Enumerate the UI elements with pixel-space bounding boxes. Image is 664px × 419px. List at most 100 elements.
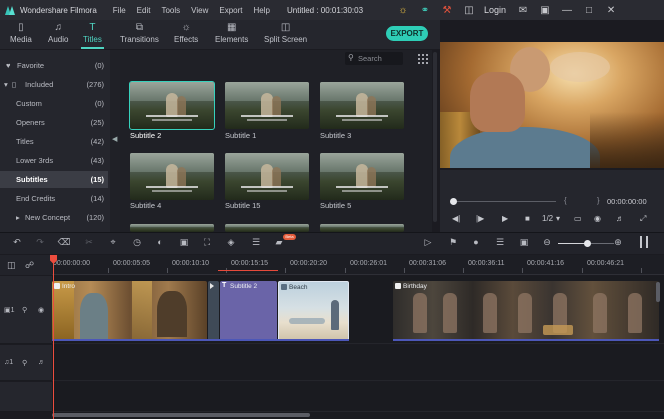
video-clip-beach[interactable]: Beach: [278, 281, 349, 341]
lock-icon[interactable]: ⚲: [22, 306, 27, 314]
tab-elements[interactable]: ▦ Elements: [215, 22, 248, 48]
monitor-icon[interactable]: ▭: [574, 214, 582, 223]
close-icon[interactable]: ✕: [604, 3, 618, 17]
lock-icon[interactable]: ⚲: [22, 359, 27, 367]
category-count: (25): [90, 118, 104, 127]
category-included[interactable]: ▾ ▯ Included (276): [0, 76, 108, 93]
snapshot-track-icon[interactable]: ▣: [518, 236, 530, 248]
category-subtitles[interactable]: Subtitles (15): [0, 171, 108, 188]
menu-tools[interactable]: Tools: [161, 6, 180, 15]
category-lower-3rds[interactable]: Lower 3rds (43): [0, 152, 108, 169]
volume-icon[interactable]: ♬: [616, 214, 624, 223]
redo-icon[interactable]: ↷: [34, 236, 46, 248]
title-thumbnail[interactable]: [130, 224, 214, 232]
category-end-credits[interactable]: End Credits (14): [0, 190, 108, 207]
gift-icon[interactable]: ◫: [462, 3, 476, 17]
zoom-slider-knob[interactable]: [584, 240, 591, 247]
video-clip-intro[interactable]: Intro: [52, 281, 207, 341]
link-icon[interactable]: ☍: [25, 260, 34, 271]
title-thumbnail[interactable]: [225, 224, 309, 232]
category-openers[interactable]: Openers (25): [0, 114, 108, 131]
title-thumbnail[interactable]: [320, 224, 404, 232]
tab-split-screen[interactable]: ◫ Split Screen: [264, 22, 307, 48]
subtitle-clip[interactable]: T Subtitle 2: [220, 281, 277, 341]
headset-icon[interactable]: ⚭: [418, 3, 432, 17]
timeline-vertical-scrollbar[interactable]: [656, 282, 660, 302]
title-thumbnail[interactable]: [130, 153, 214, 200]
microphone-icon[interactable]: ●: [470, 236, 482, 248]
tab-titles[interactable]: T Titles: [81, 22, 104, 49]
category-custom[interactable]: Custom (0): [0, 95, 108, 112]
category-favorite[interactable]: ♥ Favorite (0): [0, 57, 108, 74]
tab-transitions[interactable]: ⧉ Transitions: [120, 22, 159, 48]
title-thumbnail[interactable]: [225, 82, 309, 129]
category-new-concept[interactable]: ▸ New Concept (120): [0, 209, 108, 226]
keyframe-icon[interactable]: ◈: [225, 236, 237, 248]
color-icon[interactable]: ◐: [154, 236, 166, 248]
render-icon[interactable]: ▷: [422, 236, 434, 248]
tab-media[interactable]: ▯ Media: [10, 22, 32, 48]
timeline-horizontal-scrollbar[interactable]: [52, 413, 310, 417]
tab-audio[interactable]: ♫ Audio: [48, 22, 68, 48]
category-titles[interactable]: Titles (42): [0, 133, 108, 150]
fullscreen-icon[interactable]: ⤢: [640, 214, 646, 224]
menu-export[interactable]: Export: [219, 6, 242, 15]
grid-view-icon[interactable]: [418, 54, 428, 64]
video-clip-birthday[interactable]: Birthday: [393, 281, 659, 341]
chevron-left-icon: ◀: [112, 136, 118, 143]
minimize-icon[interactable]: —: [560, 3, 574, 17]
preview-progress-knob[interactable]: [450, 198, 457, 205]
grid-scrollbar[interactable]: [433, 52, 437, 222]
zoom-in-icon[interactable]: ⊕: [612, 236, 624, 248]
panel-collapse-handle[interactable]: ◀: [110, 50, 120, 232]
chevron-down-icon[interactable]: ▾: [556, 214, 560, 223]
title-thumbnail[interactable]: [225, 153, 309, 200]
title-thumbnail[interactable]: [320, 82, 404, 129]
preview-video[interactable]: [440, 42, 664, 168]
freeze-frame-icon[interactable]: ▣: [178, 236, 190, 248]
stop-icon[interactable]: ■: [525, 214, 530, 223]
export-button[interactable]: EXPORT: [386, 26, 428, 41]
play-icon[interactable]: ▶: [502, 214, 508, 223]
playhead-line[interactable]: [53, 255, 54, 419]
pause-icon[interactable]: [640, 236, 648, 248]
snapshot-icon[interactable]: ◉: [594, 214, 601, 223]
preview-progress-track[interactable]: [452, 201, 556, 202]
playback-speed[interactable]: 1/2: [542, 214, 553, 223]
clip-underline: [393, 339, 659, 341]
empty-track-header: [0, 382, 52, 412]
cart-icon[interactable]: ⚒: [440, 3, 454, 17]
menu-help[interactable]: Help: [253, 6, 269, 15]
eye-icon[interactable]: ◉: [38, 306, 44, 314]
audio-track[interactable]: [52, 345, 664, 381]
delete-icon[interactable]: ⌫: [58, 236, 71, 248]
marker-icon[interactable]: ⚑: [447, 236, 459, 248]
title-thumbnail[interactable]: [320, 153, 404, 200]
tab-effects[interactable]: ☼ Effects: [174, 22, 198, 48]
undo-icon[interactable]: ↶: [11, 236, 23, 248]
play-frame-icon[interactable]: |▶: [476, 214, 484, 223]
menu-edit[interactable]: Edit: [137, 6, 151, 15]
cut-icon[interactable]: ✂: [83, 236, 95, 248]
audio-adjust-icon[interactable]: ☰: [250, 236, 262, 248]
login-link[interactable]: Login: [484, 5, 506, 15]
maximize-icon[interactable]: □: [582, 3, 596, 17]
speaker-icon[interactable]: ♬: [38, 359, 45, 366]
empty-track[interactable]: [52, 382, 664, 412]
category-label: Titles: [16, 137, 34, 146]
transition-clip[interactable]: [208, 281, 219, 341]
menu-view[interactable]: View: [191, 6, 208, 15]
bulb-icon[interactable]: ☼: [396, 3, 410, 17]
voiceover-list-icon[interactable]: ☰: [494, 236, 506, 248]
title-thumbnail[interactable]: [129, 81, 215, 130]
speed-icon[interactable]: ◷: [131, 236, 143, 248]
mail-icon[interactable]: ✉: [516, 3, 530, 17]
zoom-out-icon[interactable]: ⊖: [541, 236, 553, 248]
crop-icon[interactable]: ⌖: [107, 236, 119, 248]
add-track-icon[interactable]: ◫: [7, 260, 16, 271]
step-back-icon[interactable]: ◀|: [452, 214, 460, 223]
menu-file[interactable]: File: [113, 6, 126, 15]
save-cloud-icon[interactable]: ▣: [538, 3, 552, 17]
search-input[interactable]: ⚲ Search: [345, 52, 403, 65]
motion-tracking-icon[interactable]: ⛶: [201, 236, 213, 248]
